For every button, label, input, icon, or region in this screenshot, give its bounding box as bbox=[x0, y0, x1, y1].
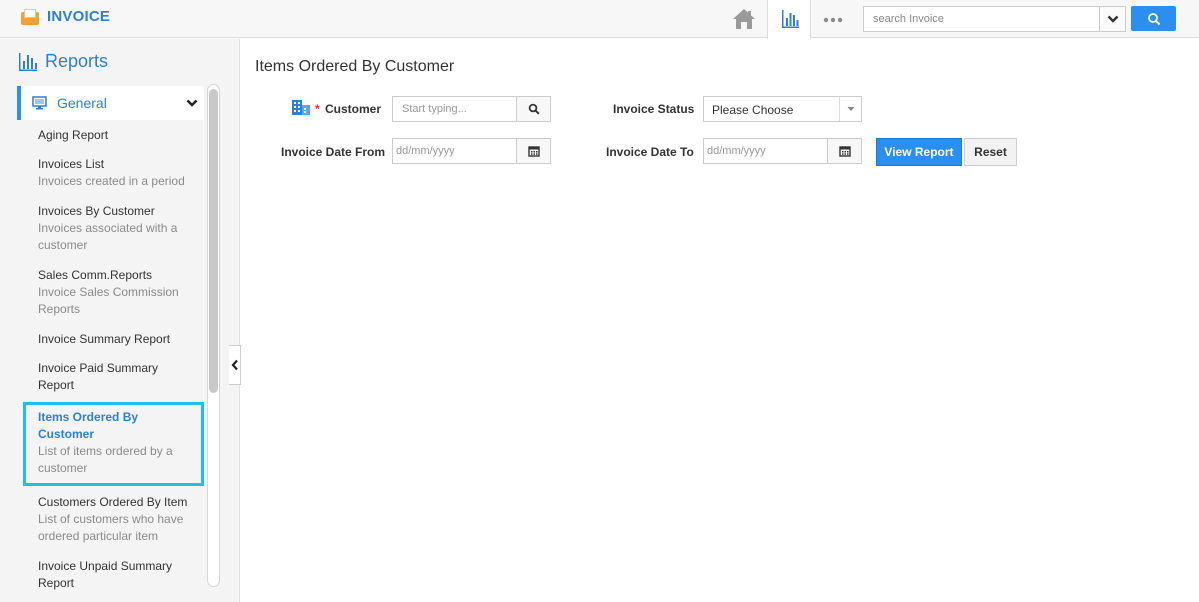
date-to-label: Invoice Date To bbox=[606, 145, 694, 159]
menu-item-description: List of customers who have ordered parti… bbox=[38, 511, 184, 544]
menu-item-title: Invoice Unpaid Summary Report bbox=[38, 558, 173, 590]
more-button[interactable] bbox=[822, 11, 844, 31]
invoice-status-select[interactable]: Please Choose bbox=[703, 96, 862, 122]
reports-nav-button[interactable] bbox=[767, 0, 811, 39]
search-icon bbox=[1147, 12, 1160, 25]
sidebar-item-sales-comm-reports[interactable]: Sales Comm.Reports Invoice Sales Commiss… bbox=[23, 261, 204, 325]
sidebar-item-invoice-summary-report[interactable]: Invoice Summary Report bbox=[23, 325, 204, 354]
sidebar-item-items-ordered-by-customer[interactable]: Items Ordered By Customer List of items … bbox=[23, 401, 204, 486]
select-arrow bbox=[839, 97, 861, 121]
sidebar-item-invoices-by-customer[interactable]: Invoices By Customer Invoices associated… bbox=[23, 197, 204, 261]
menu-item-title: Items Ordered By Customer bbox=[38, 409, 139, 441]
invoice-status-label: Invoice Status bbox=[613, 102, 695, 116]
customer-input[interactable] bbox=[393, 97, 517, 121]
search-input[interactable] bbox=[864, 7, 1098, 31]
date-from-input[interactable] bbox=[393, 139, 517, 163]
required-marker: * bbox=[315, 102, 320, 116]
search-box bbox=[863, 6, 1126, 32]
invoice-status-value: Please Choose bbox=[712, 103, 794, 117]
menu-item-title: Invoice Summary Report bbox=[38, 331, 171, 346]
bar-chart-icon bbox=[782, 10, 799, 28]
sidebar-item-customers-ordered-by-item[interactable]: Customers Ordered By Item List of custom… bbox=[23, 488, 204, 552]
menu-item-title: Customers Ordered By Item bbox=[38, 494, 188, 509]
sidebar-scroll-thumb[interactable] bbox=[209, 89, 218, 393]
home-button[interactable] bbox=[731, 7, 757, 31]
collapse-sidebar-button[interactable] bbox=[229, 345, 241, 385]
calendar-icon bbox=[527, 146, 540, 157]
bar-chart-icon bbox=[19, 52, 37, 71]
date-to-field bbox=[703, 138, 862, 164]
menu-item-title: Aging Report bbox=[38, 128, 109, 142]
home-icon bbox=[733, 9, 755, 29]
sidebar-heading-label: Reports bbox=[45, 51, 109, 71]
date-to-input[interactable] bbox=[704, 139, 828, 163]
view-report-button[interactable]: View Report bbox=[876, 138, 962, 166]
page-title: Items Ordered By Customer bbox=[255, 58, 455, 75]
menu-item-title: Invoices List bbox=[38, 157, 105, 171]
search-icon bbox=[528, 103, 540, 115]
app-brand[interactable]: INVOICE bbox=[21, 8, 110, 25]
sidebar-item-invoices-list[interactable]: Invoices List Invoices created in a peri… bbox=[23, 150, 204, 197]
building-icon bbox=[292, 100, 310, 115]
caret-down-icon bbox=[847, 107, 854, 111]
reset-button[interactable]: Reset bbox=[964, 138, 1017, 166]
date-to-calendar-button[interactable] bbox=[827, 139, 861, 163]
date-from-label: Invoice Date From bbox=[281, 145, 386, 159]
customer-search-button[interactable] bbox=[516, 97, 550, 121]
sidebar-heading: Reports bbox=[18, 51, 108, 72]
menu-item-title: Invoices By Customer bbox=[38, 203, 155, 218]
sidebar-item-invoice-paid-summary-report[interactable]: Invoice Paid Summary Report bbox=[23, 354, 204, 400]
search-dropdown-button[interactable] bbox=[1099, 7, 1125, 31]
sidebar-item-invoice-unpaid-summary-report[interactable]: Invoice Unpaid Summary Report bbox=[23, 552, 204, 598]
more-icon bbox=[823, 17, 843, 23]
menu-item-title: Invoice Paid Summary Report bbox=[38, 360, 159, 392]
group-general-header[interactable]: General bbox=[17, 86, 204, 120]
date-from-calendar-button[interactable] bbox=[516, 139, 550, 163]
calendar-icon bbox=[838, 146, 851, 157]
report-menu: Aging Report Invoices List Invoices crea… bbox=[23, 121, 204, 598]
chevron-down-icon bbox=[186, 99, 198, 107]
app-title: INVOICE bbox=[47, 8, 111, 25]
sidebar: Reports General Aging Report Invoices Li… bbox=[0, 39, 240, 602]
customer-label: Customer bbox=[325, 102, 382, 116]
top-bar: INVOICE bbox=[0, 0, 1199, 39]
group-general-label: General bbox=[57, 95, 107, 111]
search-button[interactable] bbox=[1131, 6, 1176, 31]
date-from-field bbox=[392, 138, 551, 164]
sidebar-item-aging-report[interactable]: Aging Report bbox=[23, 121, 204, 150]
sidebar-scrollbar[interactable] bbox=[207, 84, 220, 587]
menu-item-title: Sales Comm.Reports bbox=[38, 267, 153, 282]
chevron-left-icon bbox=[231, 359, 238, 371]
chevron-down-icon bbox=[1107, 15, 1118, 23]
menu-item-description: List of items ordered by a customer bbox=[38, 443, 173, 476]
customer-field bbox=[392, 96, 551, 122]
monitor-icon bbox=[32, 96, 47, 110]
menu-item-description: Invoices created in a period bbox=[38, 174, 185, 188]
menu-item-description: Invoices associated with a customer bbox=[38, 220, 178, 253]
invoice-logo-icon bbox=[21, 8, 39, 25]
menu-item-description: Invoice Sales Commission Reports bbox=[38, 284, 179, 317]
